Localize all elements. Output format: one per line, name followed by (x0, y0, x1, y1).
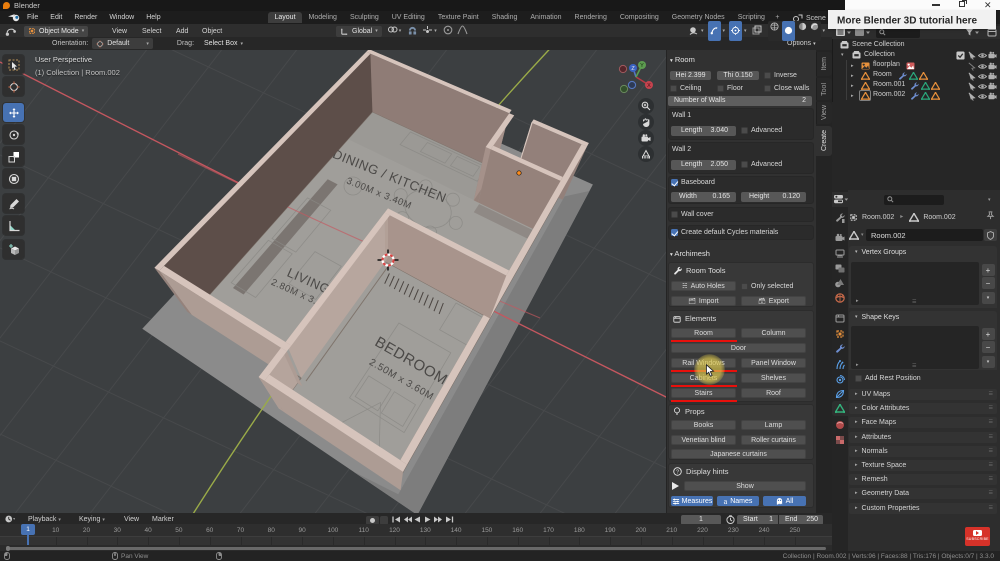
svg-text:More Blender 3D tutorial here: More Blender 3D tutorial here (837, 16, 977, 27)
svg-text:Y: Y (640, 63, 644, 69)
svg-text:?: ? (676, 469, 679, 475)
svg-text:X: X (647, 83, 651, 89)
